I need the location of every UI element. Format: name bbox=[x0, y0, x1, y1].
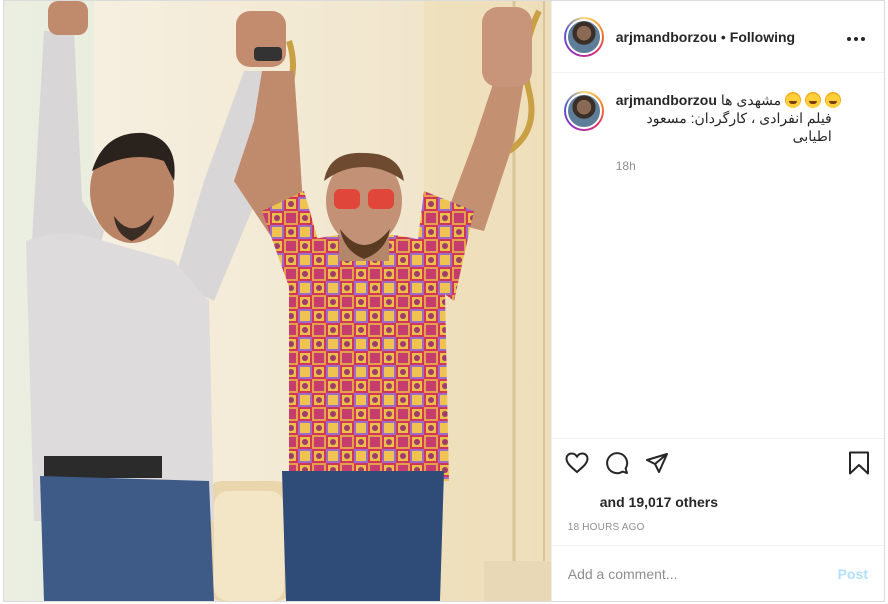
avatar-image bbox=[565, 93, 602, 129]
author-avatar[interactable] bbox=[563, 16, 604, 57]
comment-input[interactable] bbox=[567, 565, 838, 582]
more-horizontal-icon bbox=[847, 37, 865, 41]
likes-text: and 19,017 others bbox=[599, 494, 719, 510]
caption-time[interactable]: 18h bbox=[616, 157, 841, 175]
header-text: arjmandborzou • Following bbox=[616, 29, 844, 45]
post-comment-button[interactable]: Post bbox=[838, 566, 868, 582]
like-button[interactable] bbox=[564, 450, 590, 476]
laughing-emoji-icon bbox=[785, 92, 802, 108]
post-header: arjmandborzou • Following bbox=[551, 1, 884, 73]
likes-summary[interactable]: and 19,017 others bbox=[552, 486, 884, 518]
post-photo[interactable] bbox=[4, 1, 551, 601]
more-options-icon[interactable] bbox=[844, 31, 868, 42]
caption: arjmandborzou مشهدی ها فیلم انفرادی ، کا… bbox=[552, 73, 884, 438]
author-username[interactable]: arjmandborzou bbox=[616, 29, 717, 45]
comment-button[interactable] bbox=[604, 450, 630, 476]
comment-icon bbox=[605, 451, 628, 474]
bookmark-icon bbox=[849, 451, 869, 474]
instagram-post: arjmandborzou • Following arjmandborzou مش… bbox=[3, 0, 885, 602]
heart-icon bbox=[565, 451, 589, 473]
post-timestamp[interactable]: 18 HOURS AGO bbox=[552, 518, 884, 545]
separator-dot: • bbox=[720, 28, 726, 45]
post-photo-illustration bbox=[4, 1, 551, 601]
caption-text: مشهدی ها bbox=[720, 92, 782, 108]
caption-body: arjmandborzou مشهدی ها فیلم انفرادی ، کا… bbox=[616, 91, 842, 438]
share-icon bbox=[645, 452, 668, 473]
post-side-panel: arjmandborzou • Following arjmandborzou مش… bbox=[550, 1, 884, 601]
following-button[interactable]: Following bbox=[730, 29, 795, 45]
caption-username[interactable]: arjmandborzou bbox=[616, 91, 717, 109]
caption-avatar[interactable] bbox=[563, 91, 604, 131]
share-button[interactable] bbox=[644, 450, 670, 476]
caption-line-2: فیلم انفرادی ، کارگردان: مسعود اطیابی bbox=[646, 110, 832, 144]
caption-line-1: arjmandborzou مشهدی ها bbox=[616, 91, 842, 109]
comment-form: Post bbox=[551, 545, 884, 601]
laughing-emoji-icon bbox=[805, 92, 822, 108]
avatar-image bbox=[565, 18, 602, 55]
save-button[interactable] bbox=[846, 450, 872, 476]
action-bar bbox=[551, 438, 884, 486]
laughing-emoji-icon bbox=[825, 92, 842, 108]
